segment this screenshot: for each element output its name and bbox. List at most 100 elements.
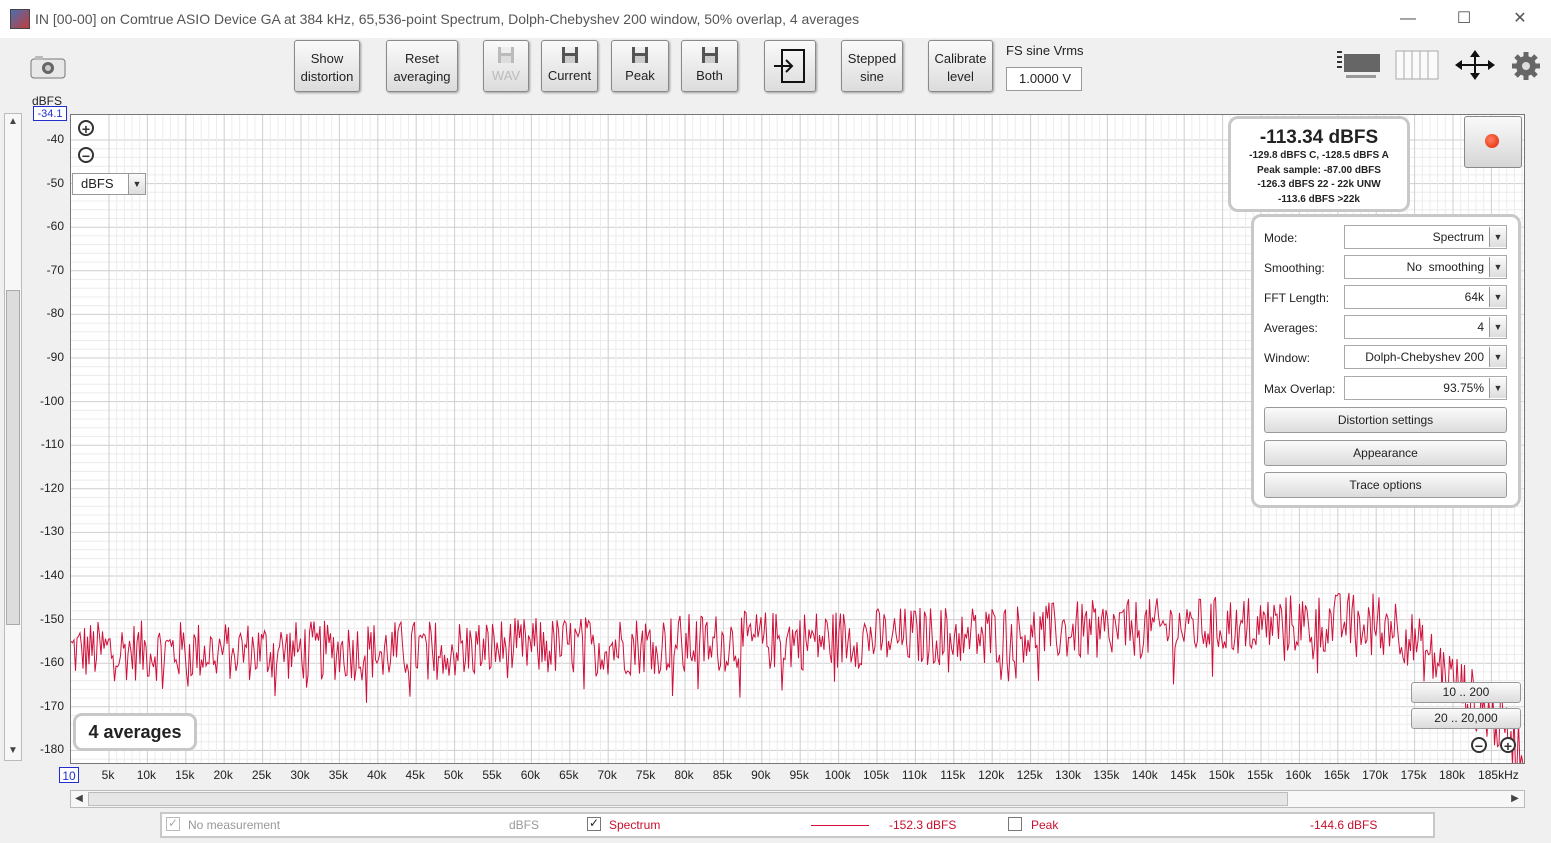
smoothing-select-value: No smoothing (1406, 260, 1484, 274)
no-measurement-unit: dBFS (509, 818, 540, 832)
x-tick-label: 25k (251, 768, 272, 782)
peak-legend-label: Peak (1031, 818, 1059, 832)
peak-legend-value: -144.6 dBFS (1310, 818, 1378, 832)
chevron-down-icon[interactable]: ▼ (1489, 347, 1506, 367)
peak-checkbox[interactable] (1008, 817, 1022, 831)
x-tick-label: 80k (674, 768, 694, 782)
horizontal-scroll-thumb[interactable] (88, 792, 1288, 806)
x-tick-label: 110k (901, 768, 927, 782)
max-overlap-select[interactable]: 93.75% ▼ (1344, 376, 1507, 400)
gear-icon[interactable] (1511, 51, 1541, 81)
zoom-in-icon[interactable]: + (78, 120, 94, 137)
x-tick-label: 160k (1285, 768, 1312, 782)
y-tick-label: -120 (39, 480, 64, 495)
record-icon (1485, 134, 1499, 148)
camera-icon[interactable] (30, 55, 66, 79)
scroll-down-arrow-icon[interactable]: ▼ (6, 745, 20, 756)
move-icon[interactable] (1453, 48, 1497, 82)
y-tick-label: -160 (39, 655, 64, 670)
chevron-down-icon[interactable]: ▼ (1489, 378, 1506, 398)
spectrum-checkbox[interactable]: ✓ (587, 817, 601, 831)
mode-select[interactable]: Spectrum ▼ (1344, 225, 1507, 249)
readout-line: -126.3 dBFS 22 - 22k UNW (1257, 179, 1381, 190)
averages-label: Averages: (1264, 321, 1318, 335)
save-wav-button[interactable]: WAV (483, 40, 529, 92)
trace-legend (160, 812, 1435, 838)
fs-sine-vrms-input[interactable]: 1.0000 V (1006, 67, 1082, 91)
x-tick-label: 115k (940, 768, 966, 782)
save-current-button[interactable]: Current (541, 40, 598, 92)
max-overlap-select-value: 93.75% (1443, 381, 1484, 395)
readout-line: -129.8 dBFS C, -128.5 dBFS A (1249, 150, 1389, 161)
readout-line: -113.6 dBFS >22k (1278, 193, 1360, 205)
scroll-left-arrow-icon[interactable]: ◀ (73, 793, 85, 804)
x-tick-label: 70k (597, 768, 617, 782)
y-tick-label: -50 (46, 175, 64, 190)
save-peak-button[interactable]: Peak (611, 40, 669, 92)
no-measurement-label: No measurement (188, 818, 281, 832)
x-tick-label: 140k (1131, 768, 1158, 782)
chevron-down-icon[interactable]: ▼ (1489, 227, 1506, 247)
distortion-settings-button[interactable]: Distortion settings (1264, 407, 1507, 433)
x-tick-label: 35k (328, 768, 349, 782)
x-tick-label: 145k (1170, 768, 1197, 782)
calibrate-level-button[interactable]: Calibrate level (928, 40, 993, 92)
y-tick-label: -100 (39, 393, 64, 408)
y-tick-label: -130 (39, 524, 64, 539)
appearance-button[interactable]: Appearance (1264, 440, 1507, 466)
x-tick-label: 75k (635, 768, 656, 782)
layout-icon[interactable] (1336, 48, 1382, 82)
max-overlap-label: Max Overlap: (1264, 382, 1336, 396)
mode-label: Mode: (1264, 231, 1298, 245)
x-axis-start-value[interactable]: 10 (59, 767, 79, 783)
x-tick-label: 15k (175, 768, 195, 782)
y-tick-label: -110 (40, 437, 64, 452)
x-tick-label: 120k (978, 768, 1005, 782)
save-icon (701, 47, 718, 63)
columns-icon[interactable] (1394, 48, 1440, 82)
import-icon (774, 49, 805, 83)
maximize-button[interactable]: ☐ (1449, 8, 1479, 30)
range-10-200-button[interactable]: 10 .. 200 (1411, 682, 1521, 703)
x-zoom-in-icon[interactable]: + (1500, 737, 1516, 754)
x-zoom-out-icon[interactable]: − (1471, 737, 1487, 754)
show-distortion-button[interactable]: Show distortion (294, 40, 360, 92)
minimize-button[interactable]: — (1393, 8, 1423, 30)
y-tick-label: -140 (39, 568, 64, 582)
save-icon (498, 47, 514, 63)
y-tick-label: -150 (39, 611, 64, 626)
x-tick-label: 10k (136, 768, 157, 782)
readout-line: Peak sample: -87.00 dBFS (1257, 164, 1381, 176)
window-select[interactable]: Dolph-Chebyshev 200 ▼ (1344, 345, 1507, 369)
chevron-down-icon[interactable]: ▼ (128, 174, 145, 194)
stepped-sine-button[interactable]: Stepped sine (841, 40, 903, 92)
x-tick-label: 90k (751, 768, 771, 782)
close-button[interactable]: ✕ (1505, 8, 1535, 30)
zoom-out-icon[interactable]: − (78, 147, 94, 164)
x-tick-label: 130k (1054, 768, 1082, 782)
chevron-down-icon[interactable]: ▼ (1489, 317, 1506, 337)
x-tick-label: 40k (367, 768, 387, 782)
chevron-down-icon[interactable]: ▼ (1489, 287, 1506, 307)
scroll-up-arrow-icon[interactable]: ▲ (6, 116, 20, 127)
fft-length-select[interactable]: 64k ▼ (1344, 285, 1507, 309)
reset-averaging-button[interactable]: Reset averaging (386, 40, 458, 92)
averages-select[interactable]: 4 ▼ (1344, 315, 1507, 339)
x-tick-label: 175k (1400, 768, 1427, 782)
no-measurement-checkbox[interactable]: ✓ (166, 817, 180, 831)
import-button[interactable] (764, 40, 816, 92)
smoothing-select[interactable]: No smoothing ▼ (1344, 255, 1507, 279)
save-both-button[interactable]: Both (681, 40, 738, 92)
y-tick-label: -170 (39, 698, 64, 713)
scroll-right-arrow-icon[interactable]: ▶ (1509, 793, 1521, 804)
y-axis-top-value[interactable]: -34.1 (33, 106, 67, 121)
save-icon (561, 47, 578, 63)
range-20-20000-button[interactable]: 20 .. 20,000 (1411, 708, 1521, 729)
unit-select[interactable]: dBFS ▼ (72, 173, 146, 195)
x-tick-label: 105k (862, 768, 890, 782)
vertical-scroll-thumb[interactable] (6, 290, 20, 625)
chevron-down-icon[interactable]: ▼ (1489, 257, 1506, 277)
trace-options-button[interactable]: Trace options (1264, 472, 1507, 498)
x-tick-label: 150k (1208, 768, 1235, 782)
x-tick-label: 135k (1093, 768, 1120, 782)
